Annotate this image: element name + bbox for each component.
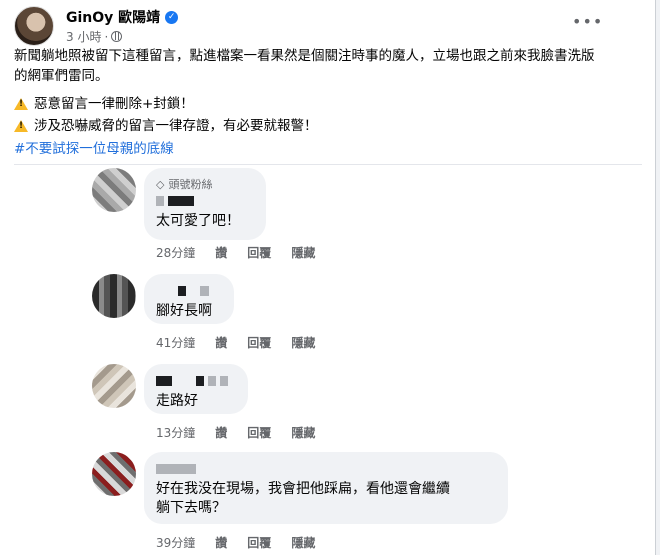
blur-block: [156, 196, 164, 206]
blur-block: [208, 376, 216, 386]
post-text-line1: 新聞躺地照被留下這種留言，點進檔案一看果然是個關注時事的魔人，立場也跟之前來我臉…: [14, 48, 595, 64]
badge-label: 頭號粉絲: [168, 178, 213, 191]
reply-button[interactable]: 回覆: [247, 244, 271, 261]
author-row: GinOy 歐陽靖 ✓: [66, 7, 179, 27]
comment-bubble: 好在我没在現場，我會把他踩扁，看他還會繼續 躺下去嗎？: [144, 452, 508, 524]
comment-bubble: ◇ 頭號粉絲 太可愛了吧！: [144, 168, 266, 240]
commenter-name-blurred[interactable]: [156, 374, 236, 388]
blur-block: [196, 376, 204, 386]
verified-icon: ✓: [165, 10, 179, 24]
comment-text-line2: 躺下去嗎？: [156, 500, 226, 516]
commenter-avatar[interactable]: [92, 168, 136, 212]
warning-text-1: 惡意留言一律刪除+封鎖！: [34, 96, 194, 112]
hide-button[interactable]: 隱藏: [291, 334, 315, 351]
warning-line-2: 涉及恐嚇威脅的留言一律存證，有必要就報警！: [14, 116, 614, 136]
reply-button[interactable]: 回覆: [247, 534, 271, 551]
comment-time[interactable]: 39分鐘: [156, 534, 195, 551]
post-meta: 3 小時 ·: [66, 28, 123, 45]
comment-actions: 39分鐘 讚 回覆 隱藏: [156, 534, 315, 551]
diamond-icon: ◇: [156, 177, 165, 191]
warning-icon: [14, 98, 28, 110]
divider: [14, 164, 642, 165]
like-button[interactable]: 讚: [215, 244, 227, 261]
post-text-line2: 的網軍們雷同。: [14, 68, 109, 84]
comment-text: 太可愛了吧！: [156, 213, 240, 229]
author-name[interactable]: GinOy 歐陽靖: [66, 7, 160, 27]
blur-block: [220, 376, 228, 386]
hide-button[interactable]: 隱藏: [291, 534, 315, 551]
comment-text-line1: 好在我没在現場，我會把他踩扁，看他還會繼續: [156, 481, 450, 497]
like-button[interactable]: 讚: [215, 334, 227, 351]
hide-button[interactable]: 隱藏: [291, 424, 315, 441]
comment-text: 腳好長啊: [156, 303, 212, 319]
globe-icon: [111, 31, 123, 42]
commenter-name-blurred[interactable]: [156, 462, 496, 476]
post-time[interactable]: 3 小時: [66, 28, 101, 45]
blur-block: [168, 196, 194, 206]
blur-block: [178, 286, 186, 296]
post-card: GinOy 歐陽靖 ✓ 3 小時 · ••• 新聞躺地照被留下這種留言，點進檔案…: [0, 0, 656, 555]
comment-time[interactable]: 41分鐘: [156, 334, 195, 351]
commenter-avatar[interactable]: [92, 364, 136, 408]
commenter-name-blurred[interactable]: [156, 284, 222, 298]
post-body: 新聞躺地照被留下這種留言，點進檔案一看果然是個關注時事的魔人，立場也跟之前來我臉…: [14, 46, 614, 159]
comment-actions: 28分鐘 讚 回覆 隱藏: [156, 244, 315, 261]
comment-bubble: 腳好長啊: [144, 274, 234, 324]
warning-line-1: 惡意留言一律刪除+封鎖！: [14, 94, 614, 114]
reply-button[interactable]: 回覆: [247, 334, 271, 351]
hashtag-link[interactable]: #不要試探一位母親的底線: [14, 139, 614, 159]
commenter-name-blurred[interactable]: [156, 194, 254, 208]
more-icon[interactable]: •••: [572, 12, 603, 31]
commenter-avatar[interactable]: [92, 274, 136, 318]
like-button[interactable]: 讚: [215, 534, 227, 551]
blur-block: [156, 464, 196, 474]
scrollbar[interactable]: [656, 0, 660, 555]
top-fan-badge: ◇ 頭號粉絲: [156, 176, 254, 192]
comment-bubble: 走路好: [144, 364, 248, 414]
comment-time[interactable]: 28分鐘: [156, 244, 195, 261]
comment-text: 走路好: [156, 393, 198, 409]
warning-text-2: 涉及恐嚇威脅的留言一律存證，有必要就報警！: [34, 118, 318, 134]
hide-button[interactable]: 隱藏: [291, 244, 315, 261]
reply-button[interactable]: 回覆: [247, 424, 271, 441]
meta-separator: ·: [104, 29, 109, 44]
comment-actions: 13分鐘 讚 回覆 隱藏: [156, 424, 315, 441]
blur-block: [200, 286, 209, 296]
comment-actions: 41分鐘 讚 回覆 隱藏: [156, 334, 315, 351]
comment-time[interactable]: 13分鐘: [156, 424, 195, 441]
blur-block: [156, 376, 172, 386]
like-button[interactable]: 讚: [215, 424, 227, 441]
commenter-avatar[interactable]: [92, 452, 136, 496]
author-avatar[interactable]: [14, 6, 54, 46]
warning-icon: [14, 120, 28, 132]
